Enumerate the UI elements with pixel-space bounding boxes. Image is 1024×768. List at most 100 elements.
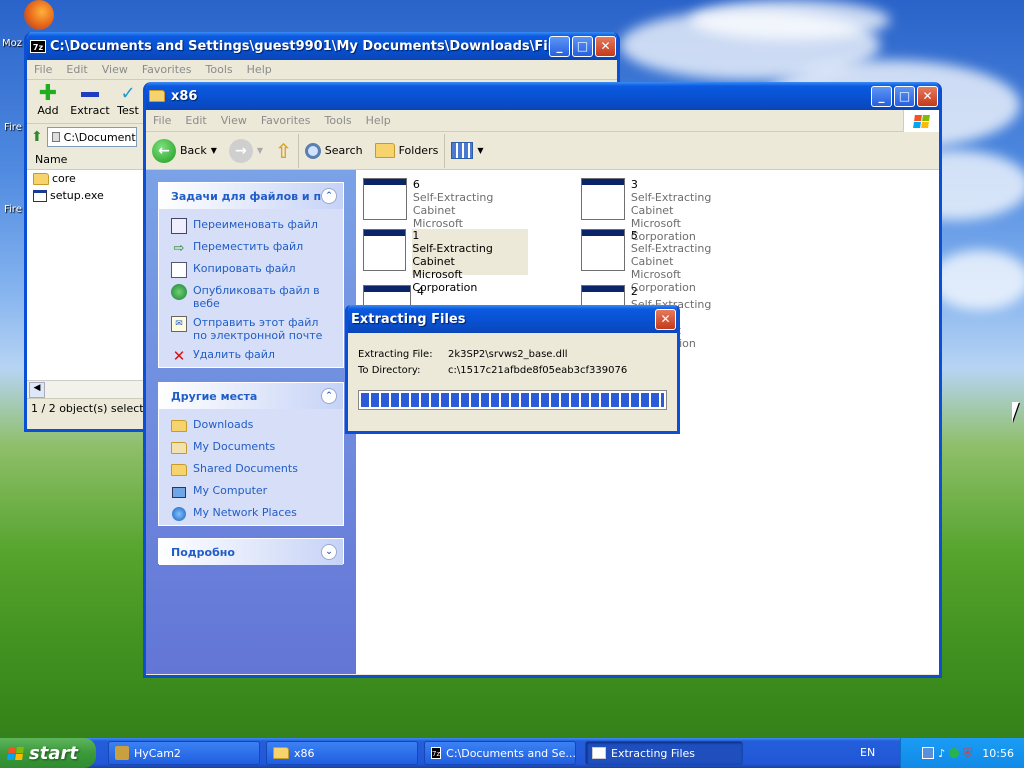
- language-indicator[interactable]: EN: [860, 746, 875, 759]
- 7zip-icon: 7z: [431, 747, 442, 759]
- expand-chevron-icon[interactable]: ⌄: [321, 544, 337, 560]
- explorer-titlebar[interactable]: x86 _ □ ✕: [146, 82, 939, 110]
- collapse-chevron-icon[interactable]: ⌃: [321, 388, 337, 404]
- file-tile-selected[interactable]: 1 Self-Extracting Cabinet Microsoft Corpor…: [363, 229, 528, 294]
- volume-tray-icon[interactable]: ♪: [938, 747, 945, 760]
- task-publish[interactable]: Опубликовать файл в вебе: [159, 281, 343, 313]
- menu-file[interactable]: File: [27, 63, 59, 76]
- menu-favorites[interactable]: Favorites: [135, 63, 199, 76]
- minus-icon: [81, 92, 99, 97]
- email-icon: ✉: [171, 316, 187, 332]
- up-button[interactable]: ⇧: [269, 134, 298, 168]
- close-button[interactable]: ✕: [595, 35, 616, 57]
- maximize-button[interactable]: □: [572, 35, 593, 57]
- up-folder-icon[interactable]: ⬆: [31, 129, 43, 145]
- place-label: Downloads: [193, 418, 254, 431]
- windows-logo-icon: [903, 110, 939, 132]
- start-button[interactable]: start: [0, 738, 96, 768]
- window-title: x86: [171, 88, 198, 104]
- 7zip-icon: 7z: [30, 39, 46, 53]
- taskbar-item-hycam[interactable]: HyCam2: [108, 741, 260, 765]
- network-icon: [171, 506, 187, 522]
- file-type: Self-Extracting Cabinet: [412, 242, 493, 268]
- desktop-icon-label: Moz: [2, 38, 22, 49]
- minimize-button[interactable]: _: [549, 35, 570, 57]
- file-tile[interactable]: 3 Self-Extracting Cabinet Microsoft Corpor…: [581, 178, 746, 243]
- folders-button[interactable]: Folders: [369, 134, 445, 168]
- extract-label: Extract: [70, 104, 110, 117]
- back-button[interactable]: ← Back ▼: [146, 134, 223, 168]
- extract-dialog-titlebar[interactable]: Extracting Files ✕: [348, 305, 677, 333]
- task-copy[interactable]: Копировать файл: [159, 259, 343, 281]
- forward-arrow-icon: →: [228, 138, 253, 163]
- close-button[interactable]: ✕: [917, 85, 938, 107]
- extract-dialog: Extracting Files ✕ Extracting File: 2k3S…: [345, 305, 680, 434]
- taskbar-item-7zip[interactable]: 7z C:\Documents and Se...: [424, 741, 576, 765]
- file-type: Self-Extracting Cabinet: [630, 242, 712, 268]
- task-rename[interactable]: Переименовать файл: [159, 215, 343, 237]
- cabinet-file-icon: [581, 178, 625, 220]
- menu-edit[interactable]: Edit: [59, 63, 94, 76]
- menu-view[interactable]: View: [95, 63, 135, 76]
- place-shared-documents[interactable]: Shared Documents: [159, 459, 343, 481]
- menu-view[interactable]: View: [214, 114, 254, 127]
- task-email[interactable]: ✉ Отправить этот файл по электронной почт…: [159, 313, 343, 345]
- taskbar-item-x86[interactable]: x86: [266, 741, 418, 765]
- search-label: Search: [324, 144, 363, 157]
- place-label: Shared Documents: [193, 462, 298, 475]
- place-my-computer[interactable]: My Computer: [159, 481, 343, 503]
- file-name: 1: [412, 229, 420, 242]
- other-places-header[interactable]: Другие места ⌃: [159, 383, 343, 409]
- add-button[interactable]: ✚ Add: [27, 80, 69, 123]
- hycam-icon: [115, 746, 129, 760]
- menu-help[interactable]: Help: [240, 63, 279, 76]
- place-my-documents[interactable]: My Documents: [159, 437, 343, 459]
- box-title: Задачи для файлов и пап: [171, 189, 321, 203]
- delete-icon: ✕: [172, 346, 186, 365]
- mouse-cursor-icon: [1012, 402, 1019, 422]
- task-delete[interactable]: ✕ Удалить файл: [159, 345, 343, 367]
- minimize-button[interactable]: _: [871, 85, 892, 107]
- antivirus-tray-icon[interactable]: [949, 748, 960, 758]
- file-tasks-box: Задачи для файлов и пап ⌃ Переименовать …: [158, 182, 344, 368]
- menu-tools[interactable]: Tools: [199, 63, 240, 76]
- place-network[interactable]: My Network Places: [159, 503, 343, 525]
- clock[interactable]: 10:56: [982, 747, 1014, 760]
- sevenzip-titlebar[interactable]: 7z C:\Documents and Settings\guest9901\M…: [27, 32, 617, 60]
- cabinet-file-icon: [363, 178, 407, 220]
- details-header[interactable]: Подробно ⌄: [159, 539, 343, 565]
- test-button[interactable]: ✓ Test: [111, 80, 145, 123]
- menu-tools[interactable]: Tools: [318, 114, 359, 127]
- system-tray: ♪ ⛨ 10:56: [900, 738, 1024, 768]
- extract-button[interactable]: Extract: [69, 80, 111, 123]
- taskbar-item-extracting[interactable]: Extracting Files: [585, 741, 743, 765]
- desktop-icon-firefox[interactable]: [20, 0, 58, 36]
- move-icon: ⇨: [173, 240, 185, 256]
- file-tile[interactable]: 6Self-Extracting CabinetMicrosoft Corpor…: [363, 178, 528, 243]
- rename-icon: [171, 218, 187, 234]
- menu-favorites[interactable]: Favorites: [254, 114, 318, 127]
- folder-icon: [171, 420, 187, 432]
- place-downloads[interactable]: Downloads: [159, 415, 343, 437]
- file-tasks-header[interactable]: Задачи для файлов и пап ⌃: [159, 183, 343, 209]
- file-tile[interactable]: 5 Self-Extracting Cabinet Microsoft Corpor…: [581, 229, 746, 294]
- copy-icon: [171, 262, 187, 278]
- security-shield-icon[interactable]: ⛨: [963, 746, 972, 761]
- search-button[interactable]: Search: [297, 133, 369, 168]
- address-field[interactable]: C:\Document: [46, 127, 137, 147]
- maximize-button[interactable]: □: [894, 85, 915, 107]
- other-places-box: Другие места ⌃ Downloads My Documents Sh…: [158, 382, 344, 526]
- views-button[interactable]: ▼: [444, 133, 489, 168]
- folder-icon: [273, 747, 289, 759]
- forward-button[interactable]: → ▼: [223, 134, 269, 168]
- explorer-toolbar: ← Back ▼ → ▼ ⇧ Search Folders ▼: [146, 132, 939, 170]
- column-header-name[interactable]: Name: [27, 150, 147, 170]
- menu-help[interactable]: Help: [359, 114, 398, 127]
- task-label: Переместить файл: [193, 240, 304, 253]
- network-tray-icon[interactable]: [922, 747, 935, 759]
- menu-file[interactable]: File: [146, 114, 178, 127]
- menu-edit[interactable]: Edit: [178, 114, 213, 127]
- collapse-chevron-icon[interactable]: ⌃: [321, 188, 337, 204]
- task-move[interactable]: ⇨ Переместить файл: [159, 237, 343, 259]
- close-button[interactable]: ✕: [655, 308, 676, 330]
